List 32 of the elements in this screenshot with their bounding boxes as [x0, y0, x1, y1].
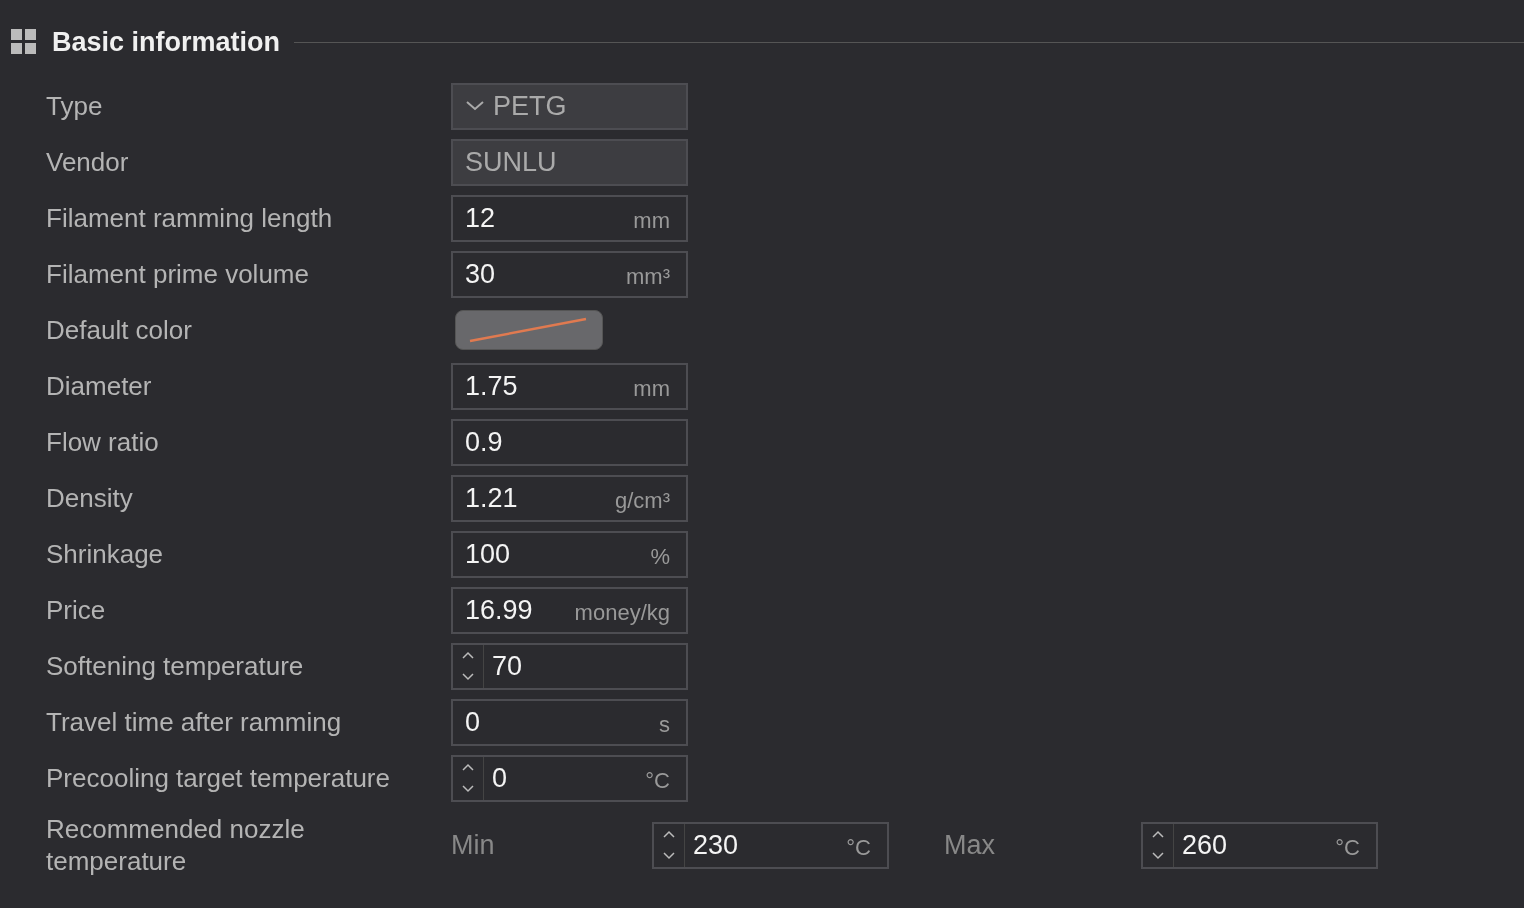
field-label: Softening temperature [46, 650, 305, 682]
field-label: Flow ratio [46, 426, 160, 458]
field-label: Shrinkage [46, 538, 165, 570]
field-label: Filament ramming length [46, 202, 334, 234]
input-field[interactable]: 12 mm [451, 194, 688, 242]
input-field[interactable]: 100 % [451, 530, 688, 578]
number-spinner[interactable]: 0 °C [451, 754, 688, 802]
field-label: Travel time after ramming [46, 706, 343, 738]
max-label: Max [944, 829, 996, 861]
number-spinner[interactable]: 260 °C [1141, 821, 1378, 869]
field-label: Default color [46, 314, 193, 346]
min-label: Min [451, 829, 496, 861]
number-spinner[interactable]: 70 [451, 642, 688, 690]
grid-icon [10, 28, 38, 56]
field-label: Type [46, 90, 104, 122]
field-label: Filament prime volume [46, 258, 310, 290]
number-spinner[interactable]: 230 °C [652, 821, 889, 869]
field-label: Vendor [46, 146, 130, 178]
input-field[interactable]: 30 mm³ [451, 250, 688, 298]
input-field[interactable]: 16.99 money/kg [451, 586, 688, 634]
input-field[interactable]: 1.21 g/cm³ [451, 474, 688, 522]
color-swatch-button[interactable] [455, 310, 603, 350]
section-title: Basic information [52, 26, 281, 58]
input-field[interactable]: 1.75 mm [451, 362, 688, 410]
chevron-down-icon [465, 100, 485, 112]
input-field[interactable]: 0 s [451, 698, 688, 746]
input-field[interactable]: 0.9 [451, 418, 688, 466]
field-label: Diameter [46, 370, 153, 402]
field-label: Precooling target temperature [46, 762, 391, 794]
field-label: Price [46, 594, 107, 626]
field-label: Density [46, 482, 134, 514]
field-label: Recommended nozzle temperature [46, 813, 306, 877]
